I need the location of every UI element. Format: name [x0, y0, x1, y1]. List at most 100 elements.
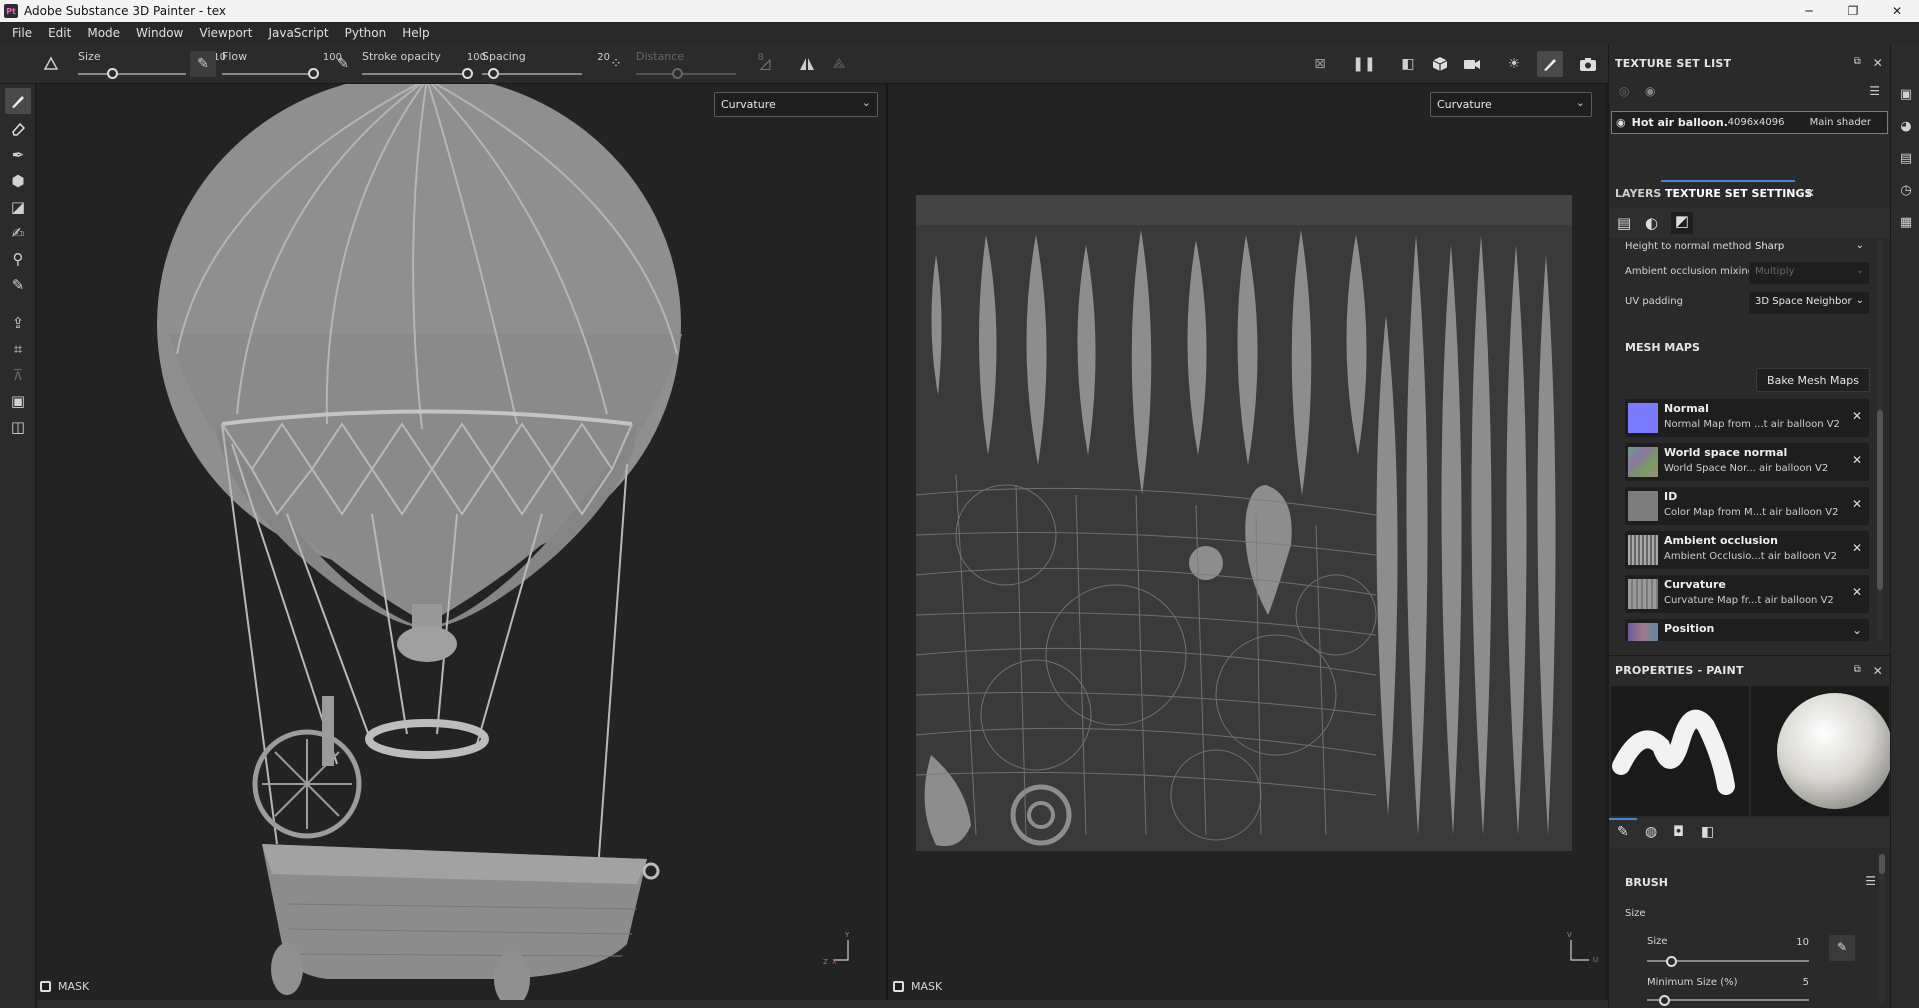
- tool-preset-icon[interactable]: [38, 51, 64, 77]
- alpha-tab-icon[interactable]: ◘: [1673, 824, 1684, 840]
- menu-python[interactable]: Python: [337, 26, 395, 40]
- uv-padding-select[interactable]: 3D Space Neighbor ⌄: [1749, 292, 1869, 314]
- size-knob[interactable]: [107, 68, 118, 79]
- mask-toggle-3d[interactable]: MASK: [40, 980, 89, 993]
- texture-settings-icon[interactable]: ▤: [1617, 214, 1631, 232]
- symmetry-icon[interactable]: [794, 51, 820, 77]
- mesh-map-item[interactable]: World space normal World Space Nor... ai…: [1625, 443, 1869, 481]
- size-pressure-button[interactable]: ✎: [1829, 935, 1855, 961]
- environment-icon[interactable]: ☀: [1501, 51, 1527, 77]
- smudge-icon[interactable]: ✍: [5, 220, 31, 246]
- mesh-map-desc: Normal Map from ...t air balloon V2: [1664, 419, 1840, 430]
- mask-checkbox-2d[interactable]: [893, 981, 904, 992]
- clone-stamp-icon[interactable]: ⚲: [5, 246, 31, 272]
- bake-icon[interactable]: ⇪: [5, 310, 31, 336]
- eraser-icon[interactable]: [5, 116, 31, 142]
- mesh-map-item[interactable]: Curvature Curvature Map fr...t air ballo…: [1625, 575, 1869, 613]
- remove-map-icon[interactable]: ✕: [1852, 453, 1862, 467]
- stroke-opacity-knob[interactable]: [462, 68, 473, 79]
- channel-dropdown-2d[interactable]: Curvature ⌄: [1430, 92, 1592, 117]
- menu-edit[interactable]: Edit: [40, 26, 79, 40]
- brush-options-icon[interactable]: ☰: [1865, 874, 1876, 888]
- min-size-knob[interactable]: [1659, 995, 1670, 1006]
- menu-window[interactable]: Window: [128, 26, 191, 40]
- tab-texture-set-settings[interactable]: TEXTURE SET SETTINGS: [1665, 187, 1812, 200]
- material-tab-icon[interactable]: ◍: [1645, 824, 1657, 840]
- remove-map-icon[interactable]: ✕: [1852, 497, 1862, 511]
- menu-help[interactable]: Help: [394, 26, 437, 40]
- shelf-icon[interactable]: ▤: [1898, 150, 1914, 166]
- close-tab-icon[interactable]: ✕: [1805, 186, 1815, 200]
- mesh-maps-settings-icon[interactable]: ◩: [1671, 212, 1693, 234]
- stencil-tab-icon[interactable]: ◧: [1701, 824, 1714, 840]
- hide-ui-icon[interactable]: ⊠: [1307, 51, 1333, 77]
- uv-map-texture[interactable]: [916, 195, 1572, 851]
- min-size-slider[interactable]: [1647, 995, 1809, 1006]
- 3d-view-icon[interactable]: [1427, 51, 1453, 77]
- list-options-icon[interactable]: ☰: [1869, 84, 1880, 98]
- height-to-normal-select[interactable]: Sharp ⌄: [1749, 237, 1869, 259]
- split-view-icon[interactable]: ◧: [1395, 51, 1421, 77]
- log-icon[interactable]: ▦: [1898, 214, 1914, 230]
- menu-file[interactable]: File: [4, 26, 40, 40]
- mesh-map-item[interactable]: Ambient occlusion Ambient Occlusio...t a…: [1625, 531, 1869, 569]
- texture-set-list-dock-icon[interactable]: ▣: [1898, 86, 1914, 102]
- remove-map-icon[interactable]: ✕: [1852, 585, 1862, 599]
- flow-knob[interactable]: [308, 68, 319, 79]
- brush-tab-icon[interactable]: ✎: [1617, 824, 1629, 840]
- annotation-icon[interactable]: ▣: [5, 388, 31, 414]
- menu-mode[interactable]: Mode: [79, 26, 128, 40]
- remove-map-icon[interactable]: ✕: [1852, 541, 1862, 555]
- path-icon[interactable]: ⊼: [5, 362, 31, 388]
- brush-size-knob[interactable]: [1666, 956, 1677, 967]
- pause-icon[interactable]: ❚❚: [1351, 51, 1377, 77]
- polygon-fill-icon[interactable]: ◪: [5, 194, 31, 220]
- maximize-button[interactable]: ❐: [1831, 0, 1875, 22]
- undock-icon[interactable]: ⧉: [1854, 56, 1861, 67]
- eye-icon[interactable]: ◉: [1616, 116, 1626, 129]
- menu-viewport[interactable]: Viewport: [191, 26, 260, 40]
- channel-dropdown-3d[interactable]: Curvature ⌄: [714, 92, 878, 117]
- paint-brush-icon[interactable]: [5, 88, 31, 114]
- viewport-3d[interactable]: Curvature ⌄ Y X Z: [37, 84, 886, 1000]
- visibility-icon[interactable]: ◉: [1645, 84, 1655, 98]
- shader-settings-icon[interactable]: ◐: [1645, 214, 1658, 232]
- size-track: [78, 73, 186, 75]
- mask-toggle-2d[interactable]: MASK: [893, 980, 942, 993]
- brush-size-slider[interactable]: [1647, 956, 1809, 967]
- bake-mesh-maps-button[interactable]: Bake Mesh Maps: [1756, 368, 1870, 392]
- flow-pressure-icon[interactable]: ✎: [330, 51, 356, 77]
- camera-icon[interactable]: [1459, 51, 1485, 77]
- measure-icon[interactable]: ⌗: [5, 336, 31, 362]
- settings-scrollbar[interactable]: [1877, 240, 1883, 640]
- texture-set-row[interactable]: ◉ Hot air balloon... 4096x4096 Main shad…: [1611, 111, 1888, 134]
- undock-icon[interactable]: ⧉: [1854, 664, 1861, 675]
- history-icon[interactable]: ◷: [1898, 182, 1914, 198]
- paint-mode-icon[interactable]: [1537, 51, 1563, 77]
- minimize-button[interactable]: ─: [1787, 0, 1831, 22]
- mesh-map-item[interactable]: ID Color Map from M...t air balloon V2 ✕: [1625, 487, 1869, 525]
- hide-icon[interactable]: ◎: [1619, 84, 1629, 98]
- remove-map-icon[interactable]: ✕: [1852, 409, 1862, 423]
- close-panel-icon[interactable]: ✕: [1873, 56, 1883, 70]
- uv-tool-icon[interactable]: ◫: [5, 414, 31, 440]
- close-button[interactable]: ✕: [1875, 0, 1919, 22]
- chevron-down-icon[interactable]: ⌄: [1852, 623, 1862, 637]
- size-pressure-icon[interactable]: ✎: [190, 51, 216, 77]
- geometry-fill-icon[interactable]: ⬢: [5, 168, 31, 194]
- close-panel-icon[interactable]: ✕: [1873, 664, 1883, 678]
- mesh-map-item[interactable]: Position ⌄: [1625, 619, 1869, 641]
- symmetry-settings-icon[interactable]: ⟁: [826, 51, 852, 77]
- screenshot-icon[interactable]: [1575, 51, 1601, 77]
- tab-layers[interactable]: LAYERS: [1615, 187, 1661, 200]
- alignment-icon[interactable]: ◿: [752, 51, 778, 77]
- color-picker-icon[interactable]: ✎: [5, 272, 31, 298]
- projection-icon[interactable]: ✒: [5, 142, 31, 168]
- menu-javascript[interactable]: JavaScript: [260, 26, 336, 40]
- lazy-mouse-icon[interactable]: ⁘: [603, 51, 629, 77]
- spacing-knob[interactable]: [488, 68, 499, 79]
- display-settings-icon[interactable]: ◕: [1898, 118, 1914, 134]
- mask-checkbox-3d[interactable]: [40, 981, 51, 992]
- mesh-map-item[interactable]: Normal Normal Map from ...t air balloon …: [1625, 399, 1869, 437]
- properties-scrollbar[interactable]: [1879, 854, 1885, 1004]
